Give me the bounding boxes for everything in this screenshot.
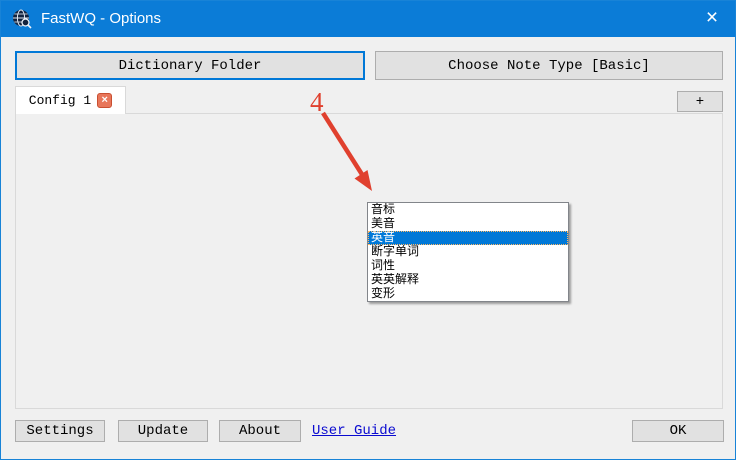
choose-note-type-button[interactable]: Choose Note Type [Basic] bbox=[375, 51, 723, 80]
tab-config-1[interactable]: Config 1 × bbox=[15, 86, 126, 114]
window-close-icon[interactable]: × bbox=[689, 1, 735, 37]
field-dropdown-list: 音标 美音 英音 断字单词 词性 英英解释 变形 bbox=[367, 202, 569, 302]
dropdown-item[interactable]: 美音 bbox=[368, 217, 568, 231]
user-guide-link[interactable]: User Guide bbox=[312, 420, 396, 442]
add-tab-button[interactable]: + bbox=[677, 91, 723, 112]
dropdown-item[interactable]: 变形 bbox=[368, 287, 568, 301]
dictionary-folder-button[interactable]: Dictionary Folder bbox=[15, 51, 365, 80]
dropdown-item-selected[interactable]: 英音 bbox=[368, 231, 568, 245]
about-button[interactable]: About bbox=[219, 420, 301, 442]
tab-close-icon[interactable]: × bbox=[97, 93, 112, 108]
tab-config-1-label: Config 1 bbox=[29, 93, 91, 108]
title-bar: FastWQ - Options × bbox=[1, 1, 735, 37]
ok-button[interactable]: OK bbox=[632, 420, 724, 442]
settings-button[interactable]: Settings bbox=[15, 420, 105, 442]
options-dialog: FastWQ - Options × Dictionary Folder Cho… bbox=[0, 0, 736, 460]
app-globe-search-icon bbox=[12, 9, 32, 29]
update-button[interactable]: Update bbox=[118, 420, 208, 442]
dropdown-item[interactable]: 断字单词 bbox=[368, 245, 568, 259]
dropdown-item[interactable]: 音标 bbox=[368, 203, 568, 217]
dropdown-item[interactable]: 英英解释 bbox=[368, 273, 568, 287]
window-title: FastWQ - Options bbox=[41, 1, 161, 37]
dropdown-item[interactable]: 词性 bbox=[368, 259, 568, 273]
